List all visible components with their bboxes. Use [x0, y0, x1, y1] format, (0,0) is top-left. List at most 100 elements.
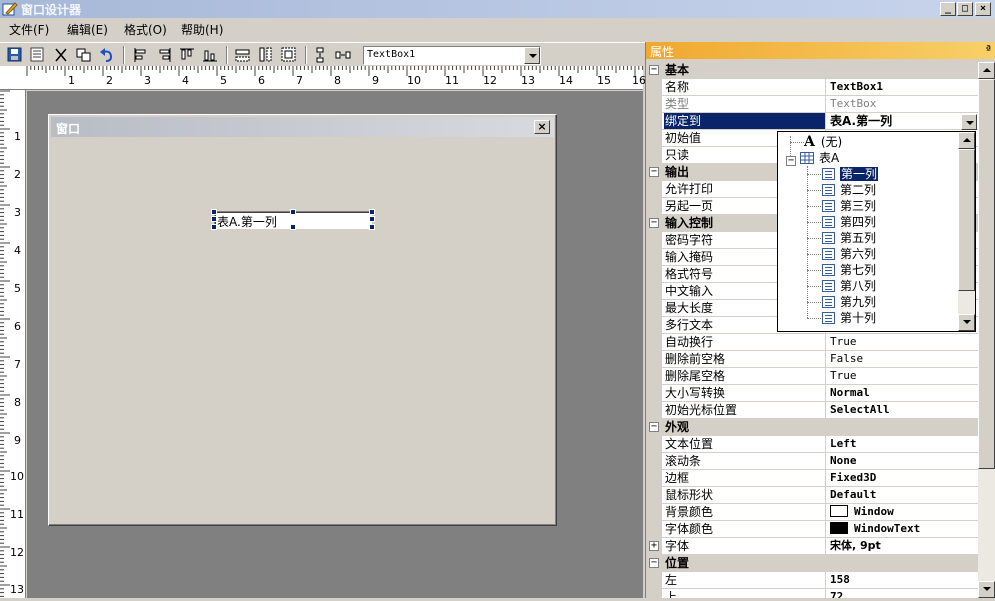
- menu-help[interactable]: 帮助(H): [181, 21, 223, 38]
- property-row[interactable]: 滚动条 None: [646, 453, 978, 470]
- property-row[interactable]: 上 72: [646, 589, 978, 598]
- dropdown-scroll-thumb[interactable]: [958, 149, 975, 291]
- collapse-icon[interactable]: −: [649, 558, 659, 568]
- collapse-icon[interactable]: −: [649, 422, 659, 432]
- property-value[interactable]: 72: [828, 589, 978, 598]
- collapse-icon[interactable]: −: [649, 218, 659, 228]
- minimize-button[interactable]: _: [940, 2, 956, 16]
- properties-icon[interactable]: [29, 46, 47, 64]
- property-row[interactable]: 文本位置 Left: [646, 436, 978, 453]
- resize-handle-top-left[interactable]: [211, 209, 217, 215]
- property-value[interactable]: 158: [828, 572, 978, 588]
- horizontal-spacing-icon[interactable]: [334, 46, 352, 64]
- tree-item-column[interactable]: 第一列: [822, 166, 880, 182]
- dropdown-scroll-up[interactable]: [958, 132, 975, 149]
- property-row[interactable]: 左 158: [646, 572, 978, 589]
- tree-item-column[interactable]: 第九列: [822, 294, 876, 310]
- close-button[interactable]: ×: [975, 2, 991, 16]
- menu-edit[interactable]: 编辑(E): [67, 21, 108, 38]
- tree-item-table[interactable]: − 表A: [786, 150, 839, 166]
- tree-item-column[interactable]: 第五列: [822, 230, 876, 246]
- dropdown-scrollbar[interactable]: [958, 132, 975, 331]
- cut-icon[interactable]: [52, 46, 70, 64]
- property-row[interactable]: 类型 TextBox: [646, 96, 978, 113]
- property-category-row[interactable]: − 位置: [646, 555, 978, 572]
- tree-item-column[interactable]: 第八列: [822, 278, 876, 294]
- property-row[interactable]: 绑定到 表A.第一列: [646, 113, 978, 130]
- same-size-icon[interactable]: [280, 46, 298, 64]
- property-value[interactable]: TextBox1: [828, 79, 978, 95]
- binding-dropdown-button[interactable]: [961, 114, 977, 130]
- property-value[interactable]: False: [828, 351, 978, 367]
- align-left-icon[interactable]: [132, 46, 150, 64]
- property-row[interactable]: 鼠标形状 Default: [646, 487, 978, 504]
- save-icon[interactable]: [6, 46, 24, 64]
- property-row[interactable]: 背景颜色 Window: [646, 504, 978, 521]
- property-value[interactable]: Fixed3D: [828, 470, 978, 486]
- align-top-icon[interactable]: [178, 46, 196, 64]
- property-value[interactable]: 表A.第一列: [828, 113, 978, 129]
- property-category-row[interactable]: − 外观: [646, 419, 978, 436]
- copy-icon[interactable]: [75, 46, 93, 64]
- property-row[interactable]: 大小写转换 Normal: [646, 385, 978, 402]
- tree-item-column[interactable]: 第七列: [822, 262, 876, 278]
- menu-file[interactable]: 文件(F): [9, 21, 49, 38]
- resize-handle-right[interactable]: [369, 216, 375, 222]
- scroll-up-button[interactable]: [978, 62, 995, 79]
- property-value[interactable]: SelectAll: [828, 402, 978, 418]
- binding-dropdown-tree[interactable]: A (无) − 表A 第一列 第二列 第三列 第四列 第五列 第六列 第七列 第八列 第九列 第十列: [777, 131, 976, 332]
- property-category-row[interactable]: − 基本: [646, 62, 978, 79]
- designed-form-window[interactable]: 窗口 ×: [48, 114, 557, 526]
- collapse-icon[interactable]: −: [649, 167, 659, 177]
- menu-format[interactable]: 格式(O): [124, 21, 167, 38]
- scroll-thumb[interactable]: [978, 79, 995, 469]
- resize-handle-bottom[interactable]: [290, 224, 296, 230]
- property-row[interactable]: 自动换行 True: [646, 334, 978, 351]
- property-row[interactable]: 边框 Fixed3D: [646, 470, 978, 487]
- property-value[interactable]: None: [828, 453, 978, 469]
- resize-handle-left[interactable]: [211, 216, 217, 222]
- designed-form-close-icon[interactable]: ×: [534, 120, 550, 134]
- property-value[interactable]: True: [828, 334, 978, 350]
- property-row[interactable]: 初始光标位置 SelectAll: [646, 402, 978, 419]
- dropdown-scroll-down[interactable]: [958, 314, 975, 331]
- resize-handle-bottom-right[interactable]: [369, 224, 375, 230]
- resize-handle-top-right[interactable]: [369, 209, 375, 215]
- collapse-icon[interactable]: −: [649, 65, 659, 75]
- property-value[interactable]: Left: [828, 436, 978, 452]
- resize-handle-bottom-left[interactable]: [211, 224, 217, 230]
- tree-item-none[interactable]: A (无): [804, 134, 842, 150]
- pin-icon[interactable]: ª: [986, 43, 991, 56]
- align-bottom-icon[interactable]: [201, 46, 219, 64]
- chevron-down-icon[interactable]: [524, 47, 540, 64]
- tree-item-column[interactable]: 第四列: [822, 214, 876, 230]
- designed-form-title-bar[interactable]: 窗口 ×: [51, 117, 554, 137]
- property-value[interactable]: 宋体, 9pt: [828, 538, 978, 554]
- vertical-spacing-icon[interactable]: [311, 46, 329, 64]
- tree-item-column[interactable]: 第六列: [822, 246, 876, 262]
- same-width-icon[interactable]: [234, 46, 252, 64]
- property-value[interactable]: Default: [828, 487, 978, 503]
- resize-handle-top[interactable]: [290, 209, 296, 215]
- property-row[interactable]: 字体颜色 WindowText: [646, 521, 978, 538]
- tree-item-column[interactable]: 第二列: [822, 182, 876, 198]
- scroll-down-button[interactable]: [978, 581, 995, 598]
- undo-icon[interactable]: [98, 46, 116, 64]
- object-selector-combo[interactable]: TextBox1: [363, 46, 541, 65]
- property-grid-scrollbar[interactable]: [978, 62, 995, 598]
- property-value[interactable]: True: [828, 368, 978, 384]
- property-value[interactable]: Normal: [828, 385, 978, 401]
- maximize-button[interactable]: □: [957, 2, 973, 16]
- property-row[interactable]: 名称 TextBox1: [646, 79, 978, 96]
- align-right-icon[interactable]: [155, 46, 173, 64]
- tree-item-column[interactable]: 第十列: [822, 310, 876, 326]
- property-row[interactable]: 删除前空格 False: [646, 351, 978, 368]
- tree-item-column[interactable]: 第三列: [822, 198, 876, 214]
- property-value[interactable]: Window: [828, 504, 978, 520]
- expand-icon[interactable]: +: [649, 541, 659, 551]
- same-height-icon[interactable]: [257, 46, 275, 64]
- tree-toggle-icon[interactable]: −: [786, 156, 796, 166]
- property-value[interactable]: TextBox: [828, 96, 978, 112]
- property-row[interactable]: + 字体 宋体, 9pt: [646, 538, 978, 555]
- property-value[interactable]: WindowText: [828, 521, 978, 537]
